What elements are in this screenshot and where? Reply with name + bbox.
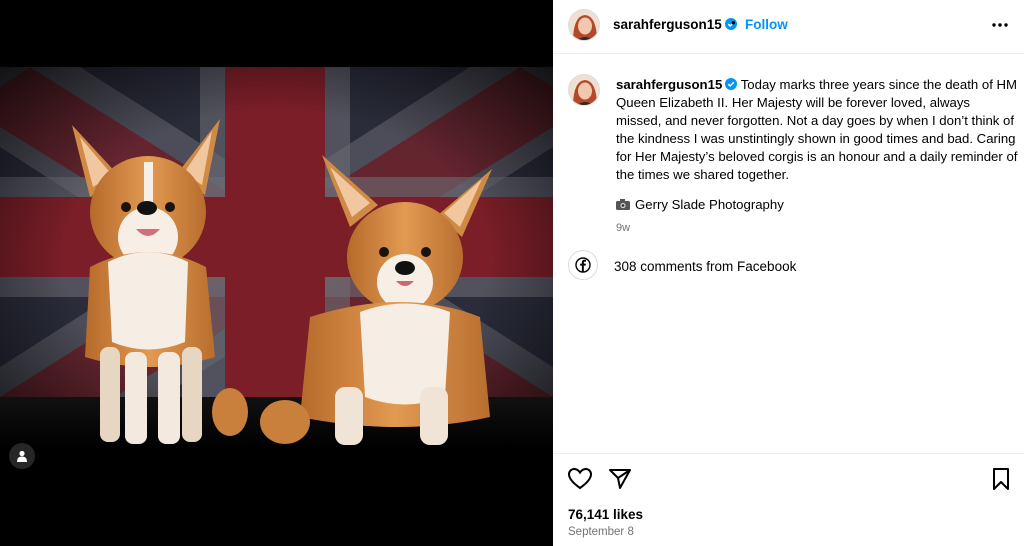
follow-button[interactable]: Follow <box>745 17 788 32</box>
header-separator: • <box>731 15 736 30</box>
likes-count[interactable]: 76,141 likes <box>568 507 643 522</box>
header-username[interactable]: sarahferguson15 <box>613 17 737 32</box>
caption-age: 9w <box>616 222 631 234</box>
facebook-icon <box>568 250 598 280</box>
photo-credit-text: Gerry Slade Photography <box>635 197 784 212</box>
more-options-icon[interactable] <box>990 15 1010 35</box>
share-icon[interactable] <box>607 466 633 492</box>
facebook-logo-icon <box>575 257 591 273</box>
caption-username[interactable]: sarahferguson15 <box>616 77 722 92</box>
corgis-photo-image <box>0 67 553 449</box>
post-photo[interactable] <box>0 67 553 449</box>
facebook-comments-row[interactable]: 308 comments from Facebook <box>568 250 1008 282</box>
caption-avatar[interactable] <box>568 74 600 106</box>
post-actions: 76,141 likes September 8 <box>553 453 1024 546</box>
photo-credit: Gerry Slade Photography <box>616 197 784 212</box>
profile-photo-icon <box>569 10 599 40</box>
avatar[interactable] <box>568 9 600 41</box>
caption-text: sarahferguson15 Today marks three years … <box>616 76 1018 184</box>
profile-photo-icon <box>569 75 599 105</box>
camera-icon <box>616 199 630 210</box>
post-media <box>0 0 553 546</box>
bookmark-icon[interactable] <box>988 466 1014 492</box>
post-side-panel: sarahferguson15 • Follow sarahferguson15… <box>553 0 1024 546</box>
post-header: sarahferguson15 • Follow <box>553 0 1024 54</box>
facebook-comments-label[interactable]: 308 comments from Facebook <box>614 259 796 274</box>
tagged-users-button[interactable] <box>9 443 35 469</box>
post-date: September 8 <box>568 526 634 538</box>
caption-body: Today marks three years since the death … <box>616 77 1018 182</box>
verified-badge-icon <box>725 78 738 90</box>
header-username-text[interactable]: sarahferguson15 <box>613 17 722 32</box>
user-tag-icon <box>17 450 27 462</box>
heart-icon[interactable] <box>567 466 593 492</box>
